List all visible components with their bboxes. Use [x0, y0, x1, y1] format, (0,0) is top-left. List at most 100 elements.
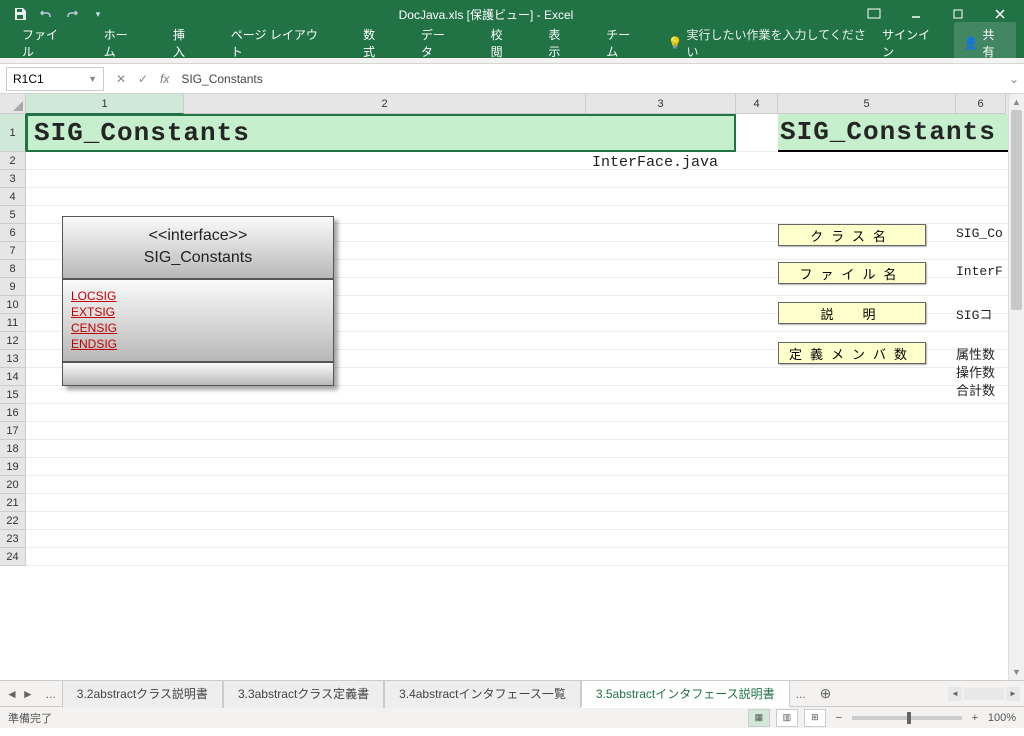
column-header[interactable]: 4 [736, 94, 778, 114]
column-header[interactable]: 1 [26, 94, 184, 114]
field-label: ファイル名 [778, 262, 926, 284]
tell-me[interactable]: 💡 実行したい作業を入力してください [668, 26, 877, 60]
row-header[interactable]: 20 [0, 476, 26, 494]
sheet-tab[interactable]: 3.3abstractクラス定義書 [223, 680, 384, 708]
add-sheet-button[interactable]: ⊕ [812, 685, 840, 702]
row-header[interactable]: 23 [0, 530, 26, 548]
cell-title-main[interactable]: SIG_Constants [26, 114, 736, 152]
column-header[interactable]: 5 [778, 94, 956, 114]
tab-nav-prev-icon[interactable]: ◄ [6, 687, 18, 701]
bulb-icon: 💡 [668, 36, 683, 50]
row-header[interactable]: 3 [0, 170, 26, 188]
row-header[interactable]: 22 [0, 512, 26, 530]
tell-me-text: 実行したい作業を入力してください [687, 26, 877, 60]
row-header[interactable]: 10 [0, 296, 26, 314]
row-header[interactable]: 24 [0, 548, 26, 566]
horizontal-scrollbar[interactable] [964, 688, 1004, 700]
tab-overflow-left[interactable]: ... [40, 687, 62, 701]
field-value: 合計数 [956, 380, 995, 399]
row-header[interactable]: 15 [0, 386, 26, 404]
scroll-up-icon[interactable]: ▲ [1009, 94, 1024, 110]
view-pagebreak-icon[interactable]: ⊞ [804, 709, 826, 727]
chevron-down-icon[interactable]: ▼ [88, 74, 97, 84]
tab-review[interactable]: 校閲 [477, 20, 529, 66]
uml-attr-link[interactable]: ENDSIG [69, 336, 327, 352]
share-label: 共有 [982, 26, 1006, 60]
column-header[interactable]: 6 [956, 94, 1006, 114]
status-bar: 準備完了 ▦ ▥ ⊞ − + 100% [0, 706, 1024, 728]
zoom-in-button[interactable]: + [968, 712, 982, 724]
sheet-tab[interactable]: 3.4abstractインタフェース一覧 [384, 680, 581, 708]
tab-home[interactable]: ホーム [90, 20, 153, 66]
cells-area[interactable]: SIG_Constants SIG_Constants InterFace.ja… [26, 114, 1024, 566]
row-header[interactable]: 9 [0, 278, 26, 296]
worksheet-grid[interactable]: 123456 123456789101112131415161718192021… [0, 94, 1024, 680]
uml-attr-link[interactable]: EXTSIG [69, 304, 327, 320]
hscroll-left-icon[interactable]: ◄ [948, 687, 962, 701]
row-header[interactable]: 18 [0, 440, 26, 458]
uml-attr-link[interactable]: CENSIG [69, 320, 327, 336]
tab-team[interactable]: チーム [592, 20, 655, 66]
select-all-button[interactable] [0, 94, 26, 114]
row-header[interactable]: 7 [0, 242, 26, 260]
tab-formulas[interactable]: 数式 [349, 20, 401, 66]
hscroll-right-icon[interactable]: ► [1006, 687, 1020, 701]
formula-input[interactable]: SIG_Constants [175, 70, 1004, 88]
tab-nav: ◄ ► [0, 687, 40, 701]
sheet-tab[interactable]: 3.5abstractインタフェース説明書 [581, 680, 790, 708]
field-value: 操作数 [956, 362, 995, 381]
row-header[interactable]: 12 [0, 332, 26, 350]
tab-pagelayout[interactable]: ページ レイアウト [217, 20, 343, 66]
field-value: SIGコ [956, 304, 992, 323]
tab-insert[interactable]: 挿入 [159, 20, 211, 66]
scroll-down-icon[interactable]: ▼ [1009, 664, 1024, 680]
row-header[interactable]: 14 [0, 368, 26, 386]
cell-title-side[interactable]: SIG_Constants [778, 114, 1024, 152]
tab-overflow-right[interactable]: ... [790, 687, 812, 701]
column-header[interactable]: 2 [184, 94, 586, 114]
row-header[interactable]: 11 [0, 314, 26, 332]
tab-view[interactable]: 表示 [534, 20, 586, 66]
row-header[interactable]: 5 [0, 206, 26, 224]
view-pagelayout-icon[interactable]: ▥ [776, 709, 798, 727]
row-header[interactable]: 6 [0, 224, 26, 242]
name-box-value: R1C1 [13, 72, 44, 86]
status-ready: 準備完了 [8, 710, 52, 726]
row-header[interactable]: 8 [0, 260, 26, 278]
row-header[interactable]: 4 [0, 188, 26, 206]
sheet-tab[interactable]: 3.2abstractクラス説明書 [62, 680, 223, 708]
row-header[interactable]: 19 [0, 458, 26, 476]
tab-nav-next-icon[interactable]: ► [22, 687, 34, 701]
field-value: 属性数 [956, 344, 995, 363]
zoom-slider[interactable] [852, 716, 962, 720]
row-header[interactable]: 2 [0, 152, 26, 170]
uml-diagram[interactable]: <<interface>> SIG_Constants LOCSIG EXTSI… [62, 216, 334, 386]
view-normal-icon[interactable]: ▦ [748, 709, 770, 727]
scroll-thumb[interactable] [1011, 110, 1022, 310]
confirm-formula-icon[interactable]: ✓ [132, 72, 154, 86]
row-header[interactable]: 17 [0, 422, 26, 440]
name-box[interactable]: R1C1 ▼ [6, 67, 104, 91]
row-header[interactable]: 1 [0, 114, 26, 152]
sheet-tab-bar: ◄ ► ... 3.2abstractクラス説明書3.3abstractクラス定… [0, 680, 1024, 706]
row-header[interactable]: 16 [0, 404, 26, 422]
row-header[interactable]: 21 [0, 494, 26, 512]
tab-file[interactable]: ファイル [8, 20, 84, 66]
uml-operations [62, 362, 334, 386]
share-button[interactable]: 👤 共有 [954, 22, 1017, 64]
column-header[interactable]: 3 [586, 94, 736, 114]
zoom-out-button[interactable]: − [832, 712, 846, 724]
tab-data[interactable]: データ [407, 20, 471, 66]
cancel-formula-icon[interactable]: ✕ [110, 72, 132, 86]
fx-icon[interactable]: fx [154, 72, 175, 86]
signin-link[interactable]: サインイン [882, 26, 941, 60]
row-headers: 123456789101112131415161718192021222324 [0, 114, 26, 566]
person-icon: 👤 [964, 36, 979, 50]
uml-header: <<interface>> SIG_Constants [62, 216, 334, 279]
expand-formula-icon[interactable]: ⌄ [1004, 72, 1024, 86]
vertical-scrollbar[interactable]: ▲ ▼ [1008, 94, 1024, 680]
column-headers: 123456 [0, 94, 1024, 114]
uml-attr-link[interactable]: LOCSIG [69, 288, 327, 304]
field-label: クラス名 [778, 224, 926, 246]
row-header[interactable]: 13 [0, 350, 26, 368]
